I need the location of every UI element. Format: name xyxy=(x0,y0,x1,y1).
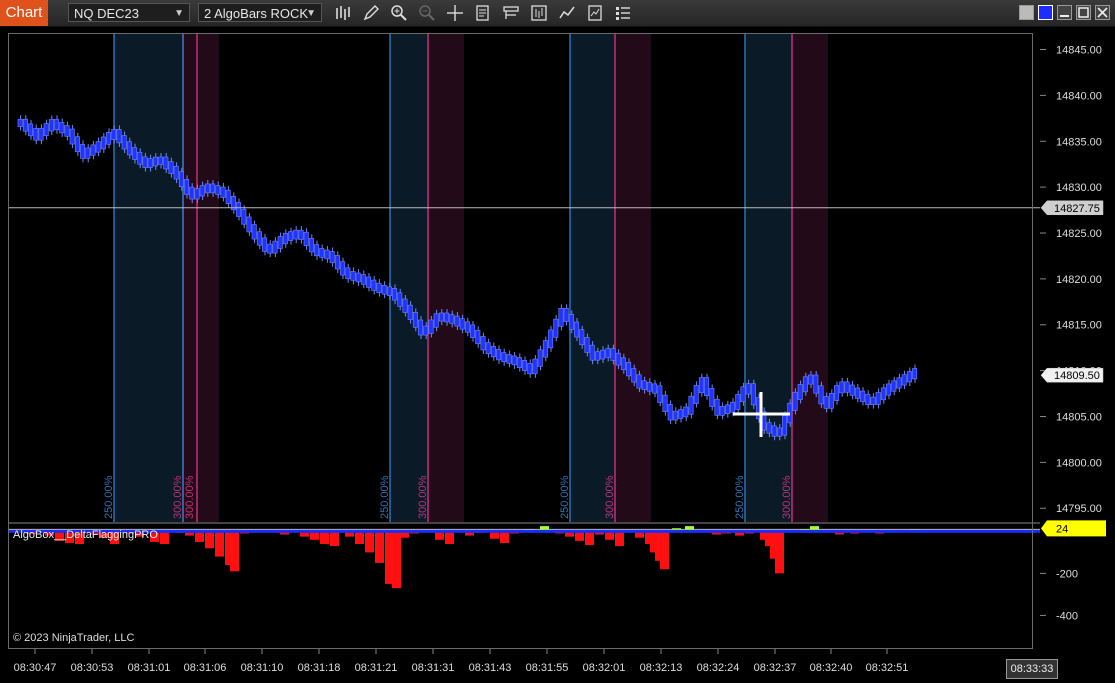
x-tick-label: 08:32:13 xyxy=(640,662,683,674)
x-tick-label: 08:31:43 xyxy=(469,662,512,674)
x-tick-label: 08:32:01 xyxy=(583,662,626,674)
x-tick-label: 08:32:40 xyxy=(810,662,853,674)
x-tick-label: 08:31:21 xyxy=(355,662,398,674)
y-tick-label: 14795.00 xyxy=(1056,503,1102,515)
theme-light-button[interactable] xyxy=(1019,5,1034,20)
properties-icon[interactable] xyxy=(614,4,632,22)
x-tick-label: 08:32:24 xyxy=(697,662,740,674)
chart-toolbar: Chart NQ DEC23 ▼ 2 AlgoBars ROCK ▼ xyxy=(0,0,1115,27)
last-price-marker-label: 14809.50 xyxy=(1054,370,1100,382)
crosshair-price-marker-label: 14827.75 xyxy=(1054,203,1100,215)
theme-blue-button[interactable] xyxy=(1038,5,1053,20)
x-tick-label: 08:31:31 xyxy=(412,662,455,674)
bar-type-selector[interactable]: 2 AlgoBars ROCK ▼ xyxy=(198,3,322,22)
maximize-icon xyxy=(1078,7,1089,18)
close-button[interactable] xyxy=(1095,5,1110,20)
indicator-label: AlgoBox__DeltaFlaggingPRO xyxy=(13,529,158,541)
copyright-text: © 2023 NinjaTrader, LLC xyxy=(13,632,135,644)
y-tick-label: 14845.00 xyxy=(1056,45,1102,57)
minimize-icon xyxy=(1060,15,1069,17)
y-tick-label: 14815.00 xyxy=(1056,320,1102,332)
x-tick-label: 08:31:10 xyxy=(241,662,284,674)
x-tick-label: 08:32:37 xyxy=(754,662,797,674)
x-tick-label: 08:30:53 xyxy=(71,662,114,674)
instrument-selector[interactable]: NQ DEC23 ▼ xyxy=(68,3,190,22)
x-tick-label: 08:30:47 xyxy=(14,662,57,674)
templates-icon[interactable] xyxy=(502,4,520,22)
x-tick-label: 08:32:51 xyxy=(866,662,909,674)
indicators-icon[interactable] xyxy=(558,4,576,22)
x-tick-label: 08:31:01 xyxy=(128,662,171,674)
maximize-button[interactable] xyxy=(1076,5,1091,20)
y-tick-label: 14840.00 xyxy=(1056,90,1102,102)
delta-value-label: 24 xyxy=(1056,523,1068,535)
drawing-tool-icon[interactable] xyxy=(362,4,380,22)
chart-trader-icon[interactable] xyxy=(530,4,548,22)
data-box-icon[interactable] xyxy=(474,4,492,22)
delta-value-marker xyxy=(1041,520,1106,537)
bar-type-value: 2 AlgoBars ROCK xyxy=(204,6,309,21)
y-tick-label: 14820.00 xyxy=(1056,274,1102,286)
zoom-out-icon[interactable] xyxy=(418,4,436,22)
bar-style-icon[interactable] xyxy=(334,4,352,22)
chevron-down-icon: ▼ xyxy=(174,8,184,19)
x-tick-label: 08:31:18 xyxy=(298,662,341,674)
y-tick-label: 14830.00 xyxy=(1056,182,1102,194)
x-tick-label: 08:31:06 xyxy=(184,662,227,674)
x-tick-label: 08:31:55 xyxy=(526,662,569,674)
tab-chart[interactable]: Chart xyxy=(0,0,48,26)
delta-tick-label: -400 xyxy=(1056,610,1078,622)
time-axis[interactable]: 08:30:47 08:30:53 08:31:01 08:31:06 08:31:10… xyxy=(14,649,909,674)
zoom-in-icon[interactable] xyxy=(390,4,408,22)
delta-tick-label: -200 xyxy=(1056,568,1078,580)
instrument-value: NQ DEC23 xyxy=(74,6,140,21)
chevron-down-icon: ▼ xyxy=(306,8,316,19)
y-tick-label: 14805.00 xyxy=(1056,411,1102,423)
y-tick-label: 14825.00 xyxy=(1056,228,1102,240)
strategies-icon[interactable] xyxy=(586,4,604,22)
chart-frame xyxy=(8,33,1033,649)
delta-axis[interactable]: -200 -400 24 xyxy=(1040,520,1106,622)
crosshair-icon[interactable] xyxy=(446,4,464,22)
y-tick-label: 14800.00 xyxy=(1056,457,1102,469)
y-tick-label: 14835.00 xyxy=(1056,136,1102,148)
close-icon xyxy=(1097,7,1108,18)
current-time-box: 08:33:33 xyxy=(1006,659,1058,679)
minimize-button[interactable] xyxy=(1057,5,1072,20)
price-axis[interactable]: 14845.00 14840.00 14835.00 14830.00 14825.00… xyxy=(1040,45,1104,516)
